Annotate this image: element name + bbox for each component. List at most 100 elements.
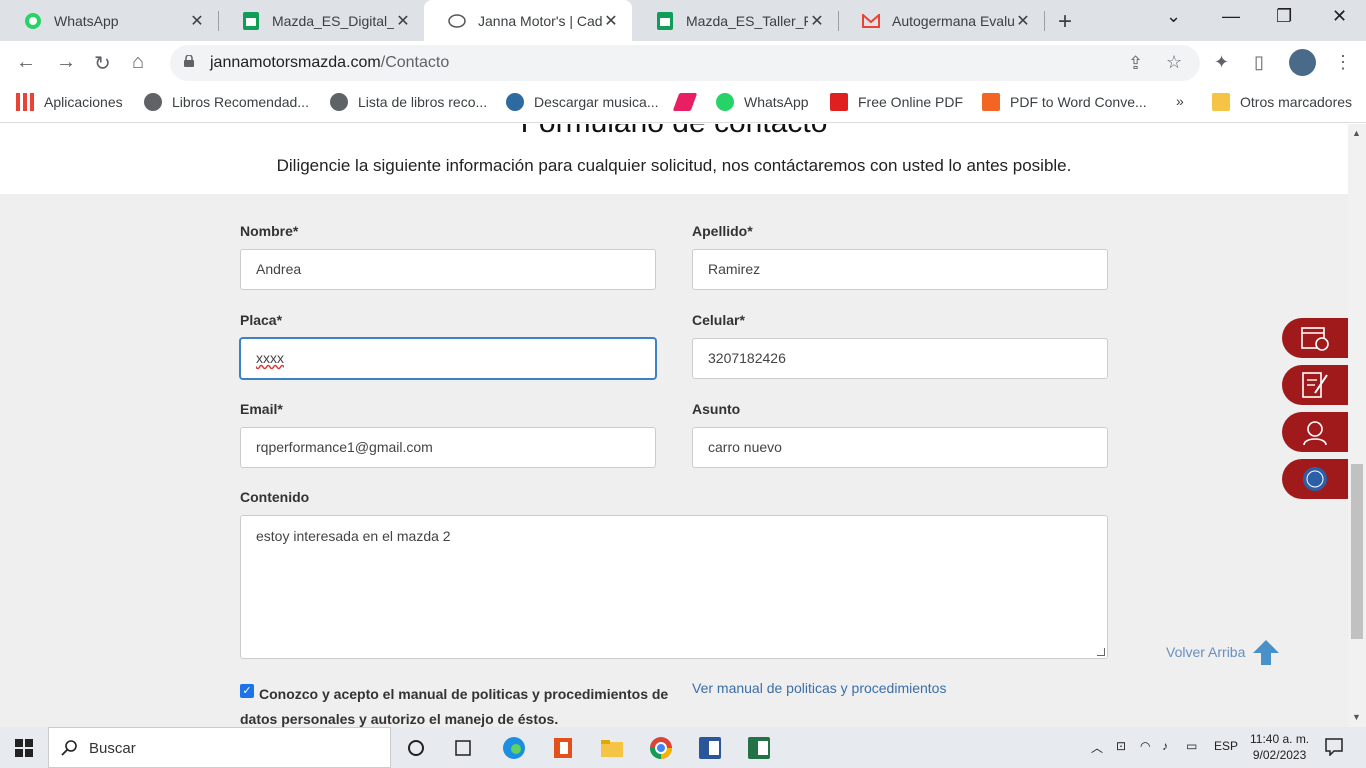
tab-title: WhatsApp — [54, 12, 119, 29]
page-content: Formulario de contacto Diligencie la sig… — [0, 124, 1348, 727]
tab-mazda-digital[interactable]: Mazda_ES_Digital_Fe ✕ — [218, 0, 424, 41]
close-icon[interactable]: ✕ — [188, 11, 206, 31]
asunto-label: Asunto — [692, 401, 741, 417]
chrome-icon[interactable] — [646, 733, 676, 763]
extensions-icon[interactable]: ✦ — [1214, 52, 1229, 73]
notifications-icon[interactable] — [1325, 738, 1343, 756]
office-icon[interactable] — [548, 733, 578, 763]
tray-device-icon[interactable]: ⊡ — [1116, 739, 1126, 753]
bookmark-send[interactable] — [672, 93, 704, 111]
browser-toolbar: ← → ↻ ⌂ jannamotorsmazda.com/Contacto ⇪ … — [0, 41, 1366, 85]
bookmark-star-icon[interactable]: ☆ — [1166, 52, 1182, 73]
folder-icon — [1212, 93, 1230, 111]
support-agent-icon — [1303, 421, 1327, 446]
apellido-label: Apellido* — [692, 223, 753, 239]
address-bar[interactable]: jannamotorsmazda.com/Contacto ⇪ ☆ — [170, 45, 1200, 81]
whatsapp-icon — [716, 93, 734, 111]
forward-icon[interactable]: → — [56, 51, 76, 74]
email-input[interactable]: rqperformance1@gmail.com — [240, 427, 656, 468]
tab-search-icon[interactable]: ⌄ — [1166, 6, 1181, 27]
edge-icon[interactable] — [499, 733, 529, 763]
pse-icon — [1303, 467, 1327, 491]
excel-icon[interactable] — [744, 733, 774, 763]
apps-icon — [16, 93, 34, 111]
bookmark-free-online-pdf[interactable]: Free Online PDF — [830, 93, 963, 111]
bookmark-otros-marcadores[interactable]: Otros marcadores — [1212, 93, 1352, 111]
language-indicator[interactable]: ESP — [1214, 739, 1238, 753]
clock[interactable]: 11:40 a. m. 9/02/2023 — [1250, 731, 1309, 763]
tab-janna-motors[interactable]: Janna Motor's | Cada ✕ — [424, 0, 632, 41]
nombre-input[interactable]: Andrea — [240, 249, 656, 290]
form-button[interactable] — [1282, 365, 1348, 405]
tray-expand-icon[interactable]: ︿ — [1091, 739, 1103, 756]
resize-handle[interactable] — [1097, 648, 1105, 656]
more-bookmarks-icon[interactable]: » — [1176, 93, 1184, 109]
word-icon[interactable] — [695, 733, 725, 763]
new-tab-button[interactable]: + — [1058, 8, 1072, 36]
file-explorer-icon[interactable] — [597, 733, 627, 763]
windows-start-icon[interactable] — [15, 739, 33, 757]
contenido-textarea[interactable]: estoy interesada en el mazda 2 — [240, 515, 1108, 659]
support-button[interactable] — [1282, 412, 1348, 452]
bookmark-whatsapp[interactable]: WhatsApp — [716, 93, 809, 111]
celular-input[interactable]: 3207182426 — [692, 338, 1108, 379]
home-icon[interactable]: ⌂ — [132, 51, 144, 74]
apellido-input[interactable]: Ramirez — [692, 249, 1108, 290]
contenido-label: Contenido — [240, 489, 310, 505]
bookmark-descargar-musica[interactable]: Descargar musica... — [506, 93, 658, 111]
url-text: jannamotorsmazda.com/Contacto — [210, 54, 450, 71]
reload-icon[interactable]: ↻ — [94, 51, 111, 76]
lock-icon — [184, 55, 194, 67]
avatar[interactable] — [1289, 49, 1316, 76]
share-icon[interactable]: ⇪ — [1128, 53, 1143, 74]
calendar-icon — [1301, 327, 1329, 351]
sheets-icon — [656, 11, 674, 30]
wifi-icon[interactable]: ◠ — [1140, 739, 1150, 753]
taskbar-search[interactable]: Buscar — [48, 727, 391, 768]
paper-plane-icon — [672, 93, 698, 111]
battery-icon[interactable]: ▭ — [1186, 739, 1197, 753]
menu-icon[interactable]: ⋮ — [1334, 52, 1352, 73]
calendar-button[interactable] — [1282, 318, 1348, 358]
policy-link[interactable]: Ver manual de politicas y procedimientos — [692, 680, 946, 696]
back-to-top-link[interactable]: Volver Arriba — [1166, 638, 1281, 666]
volume-icon[interactable]: ♪ — [1162, 739, 1168, 753]
placa-label: Placa* — [240, 312, 283, 328]
scroll-up-icon[interactable]: ▲ — [1352, 128, 1361, 138]
contenido-text: estoy interesada en el mazda 2 — [256, 528, 451, 544]
minimize-button[interactable]: — — [1222, 6, 1240, 27]
tab-autogermana[interactable]: Autogermana Evalua ✕ — [838, 0, 1044, 41]
cortana-icon[interactable] — [401, 733, 431, 763]
tab-mazda-taller[interactable]: Mazda_ES_Taller_Feb ✕ — [632, 0, 838, 41]
restore-button[interactable]: ❐ — [1276, 6, 1292, 27]
close-icon[interactable]: ✕ — [394, 11, 412, 31]
consent-checkbox[interactable]: ✓ — [240, 684, 254, 698]
pse-button[interactable] — [1282, 459, 1348, 499]
asunto-input[interactable]: carro nuevo — [692, 427, 1108, 468]
back-icon[interactable]: ← — [16, 51, 36, 74]
page-subtitle: Diligencie la siguiente información para… — [276, 156, 1072, 175]
tab-title: Mazda_ES_Digital_Fe — [272, 12, 394, 29]
tab-whatsapp[interactable]: WhatsApp ✕ — [0, 0, 218, 41]
mazda-icon — [448, 12, 466, 30]
page-scrollbar[interactable]: ▲ ▼ — [1348, 124, 1366, 727]
celular-label: Celular* — [692, 312, 745, 328]
close-window-button[interactable]: ✕ — [1332, 6, 1347, 27]
sheets-icon — [242, 11, 260, 30]
bookmarks-bar: Aplicaciones Libros Recomendad... Lista … — [0, 85, 1366, 123]
search-icon — [61, 740, 77, 756]
close-icon[interactable]: ✕ — [602, 11, 620, 31]
side-panel-icon[interactable]: ▯ — [1254, 52, 1264, 73]
close-icon[interactable]: ✕ — [808, 11, 826, 31]
placa-input[interactable]: xxxx — [240, 338, 656, 379]
tab-title: Janna Motor's | Cada — [478, 12, 602, 29]
scroll-thumb[interactable] — [1351, 464, 1363, 639]
close-icon[interactable]: ✕ — [1014, 11, 1032, 31]
bookmark-aplicaciones[interactable]: Aplicaciones — [16, 93, 123, 111]
task-view-icon[interactable] — [448, 733, 478, 763]
windows-taskbar: Buscar ︿ ⊡ ◠ ♪ ▭ ESP 11:40 a. m. 9/02/20… — [0, 727, 1366, 768]
bookmark-pdf-to-word[interactable]: PDF to Word Conve... — [982, 93, 1147, 111]
bookmark-libros-recomendados[interactable]: Libros Recomendad... — [144, 93, 309, 111]
scroll-down-icon[interactable]: ▼ — [1352, 712, 1361, 722]
bookmark-lista-libros[interactable]: Lista de libros reco... — [330, 93, 487, 111]
